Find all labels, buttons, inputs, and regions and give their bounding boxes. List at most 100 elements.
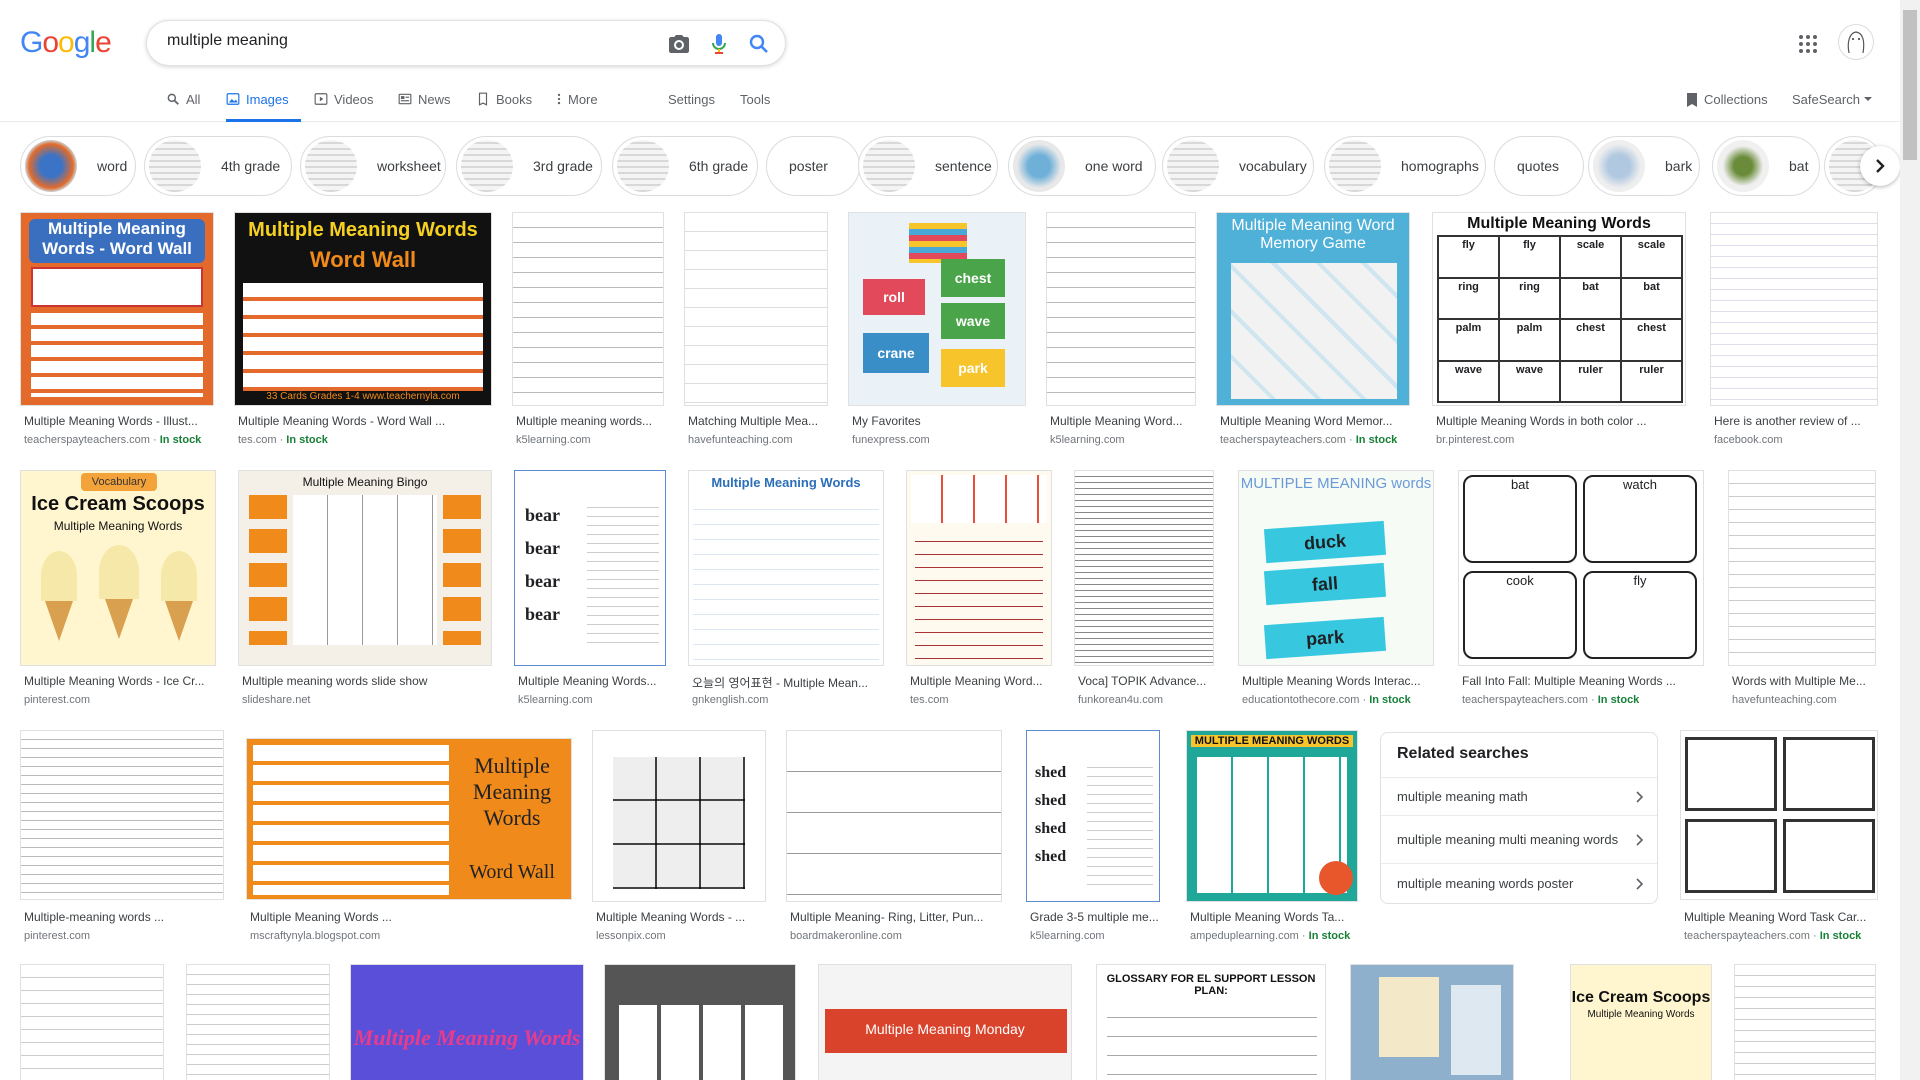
related-search-label: multiple meaning math [1397,789,1528,804]
in-stock-label: In stock [1819,930,1862,942]
thumbnail-word: scale [1560,236,1621,278]
thumbnail-text: Ice Cream Scoops [31,493,205,515]
image-result[interactable]: Multiple meaning words... k5learning.com [512,212,666,452]
thumbnail-word: fly [1499,236,1560,278]
page-scrollbar[interactable] [1900,0,1920,1080]
image-result[interactable] [1734,964,1878,1080]
image-result[interactable]: MULTIPLE MEANING words duck fall park Mu… [1238,470,1436,710]
result-thumbnail [1710,212,1878,406]
thumbnail-word: bear [525,571,560,591]
in-stock-label: In stock [1369,694,1411,706]
thumbnail-word: ruler [1621,360,1682,402]
card-word: roll [863,279,925,315]
result-source: funexpress.com [852,434,930,446]
result-thumbnail: Multiple Meaning Words Word Wall [246,738,572,900]
result-thumbnail: GLOSSARY FOR EL SUPPORT LESSON PLAN: [1096,964,1326,1080]
image-result[interactable]: Multiple-meaning words ... pinterest.com [20,730,226,942]
image-result[interactable]: Multiple Meaning Words 오늘의 영어표현 - Multip… [688,470,886,710]
thumbnail-word: bear [525,505,560,525]
thumbnail-tag: Vocabulary [81,473,157,491]
thumbnail-word: bat [1621,277,1682,319]
result-title: 오늘의 영어표현 - Multiple Mean... [692,676,868,690]
result-thumbnail [1680,730,1878,900]
result-title: Multiple Meaning Words - Word Wall ... [238,414,446,428]
related-search-item[interactable]: multiple meaning words poster [1381,863,1657,903]
result-title: Multiple Meaning Word... [910,674,1043,688]
result-thumbnail: Multiple Meaning Word Memory Game [1216,212,1410,406]
image-result[interactable]: Ice Cream Scoops Multiple Meaning Words [1570,964,1714,1080]
result-thumbnail: Vocabulary Ice Cream Scoops Multiple Mea… [20,470,216,666]
image-result[interactable]: Multiple Meaning Word... k5learning.com [1046,212,1198,452]
source-domain: educationtothecore.com [1242,694,1360,706]
search-results-page: { "logo": {"letters": ["G","o","o","g","… [0,0,1920,1080]
image-result[interactable]: Multiple Meaning Words - ... lessonpix.c… [592,730,768,942]
result-source: lessonpix.com [596,930,666,942]
image-result[interactable]: Multiple Meaning Words [350,964,586,1080]
result-thumbnail: Multiple Meaning Monday [818,964,1072,1080]
result-title: Multiple Meaning- Ring, Litter, Pun... [790,910,984,924]
card-word: crane [863,333,929,373]
result-title: Multiple Meaning Words in both color ... [1436,414,1647,428]
image-result[interactable]: Words with Multiple Me... havefunteachin… [1728,470,1878,710]
image-result[interactable]: Multiple Meaning Bingo Multiple meaning … [238,470,494,710]
result-source: k5learning.com [1050,434,1125,446]
thumbnail-text: GLOSSARY FOR EL SUPPORT LESSON PLAN: [1106,973,1316,997]
result-thumbnail: Multiple Meaning Bingo [238,470,492,666]
image-result[interactable] [1350,964,1516,1080]
related-search-item[interactable]: multiple meaning multi meaning words [1381,815,1657,863]
result-thumbnail [1734,964,1876,1080]
result-title: Multiple Meaning Word Memor... [1220,414,1393,428]
result-thumbnail [1728,470,1876,666]
result-title: Multiple meaning words... [516,414,653,428]
image-result[interactable]: Multiple Meaning Words Word Wall Multipl… [246,730,574,942]
result-title: Fall Into Fall: Multiple Meaning Words .… [1462,674,1676,688]
scrollbar-thumb[interactable] [1903,10,1917,160]
thumbnail-word: shed [1035,764,1067,781]
image-result[interactable]: Here is another review of ... facebook.c… [1710,212,1880,452]
in-stock-label: In stock [1308,930,1351,942]
image-result[interactable]: GLOSSARY FOR EL SUPPORT LESSON PLAN: [1096,964,1328,1080]
result-title: Here is another review of ... [1714,414,1861,428]
result-source: k5learning.com [516,434,591,446]
chevron-right-icon [1636,877,1644,890]
image-result[interactable]: Multiple Meaning Word Task Car... teache… [1680,730,1880,942]
image-result[interactable]: chest roll wave crane park My Favorites … [848,212,1028,452]
image-result[interactable]: Voca] TOPIK Advance... funkorean4u.com [1074,470,1216,710]
related-search-item[interactable]: multiple meaning math [1381,777,1657,815]
image-result[interactable]: Multiple Meaning Monday [818,964,1074,1080]
result-thumbnail [906,470,1052,666]
result-source: havefunteaching.com [688,434,793,446]
image-result[interactable]: Multiple Meaning Words Word Wall 33 Card… [234,212,494,452]
result-source: havefunteaching.com [1732,694,1837,706]
result-thumbnail: MULTIPLE MEANING words duck fall park [1238,470,1434,666]
result-source: teacherspayteachers.com · In stock [1684,930,1862,942]
image-result[interactable]: Multiple Meaning Words - Word Wall Multi… [20,212,216,452]
card-word: chest [941,259,1005,297]
image-result[interactable]: Multiple Meaning Word Memory Game Multip… [1216,212,1412,452]
image-result[interactable]: bear bear bear bear Multiple Meaning Wor… [514,470,668,710]
image-result[interactable]: shed shed shed shed Grade 3-5 multiple m… [1026,730,1162,942]
image-result[interactable]: Multiple Meaning- Ring, Litter, Pun... b… [786,730,1004,942]
in-stock-label: In stock [159,434,202,446]
thumbnail-footer: 33 Cards Grades 1-4 www.teachernyla.com [266,391,460,402]
result-thumbnail: bat watch cook fly [1458,470,1704,666]
source-domain: teacherspayteachers.com [1220,434,1346,446]
image-result[interactable]: bat watch cook fly Fall Into Fall: Multi… [1458,470,1706,710]
result-thumbnail: Multiple Meaning Words - Word Wall [20,212,214,406]
image-result[interactable]: Multiple Meaning Words fly fly scale scale r… [1432,212,1688,452]
thumbnail-word: palm [1438,319,1499,361]
image-result[interactable] [604,964,798,1080]
thumbnail-text: Multiple Meaning Words - Word Wall [42,219,192,258]
thumbnail-text: Multiple Meaning Words [353,1025,581,1050]
image-result[interactable]: Multiple Meaning Word... tes.com [906,470,1054,710]
image-result[interactable]: Matching Multiple Mea... havefunteaching… [684,212,830,452]
image-result[interactable]: MULTIPLE MEANING WORDS Multiple Meaning … [1186,730,1360,942]
image-result[interactable] [20,964,166,1080]
thumbnail-word: bat [1463,475,1577,563]
thumbnail-word: fly [1583,571,1697,659]
result-title: Multiple Meaning Words... [518,674,657,688]
image-result[interactable] [186,964,332,1080]
image-result[interactable]: Vocabulary Ice Cream Scoops Multiple Mea… [20,470,218,710]
thumbnail-text: Multiple Meaning Words [711,475,861,490]
result-thumbnail [512,212,664,406]
